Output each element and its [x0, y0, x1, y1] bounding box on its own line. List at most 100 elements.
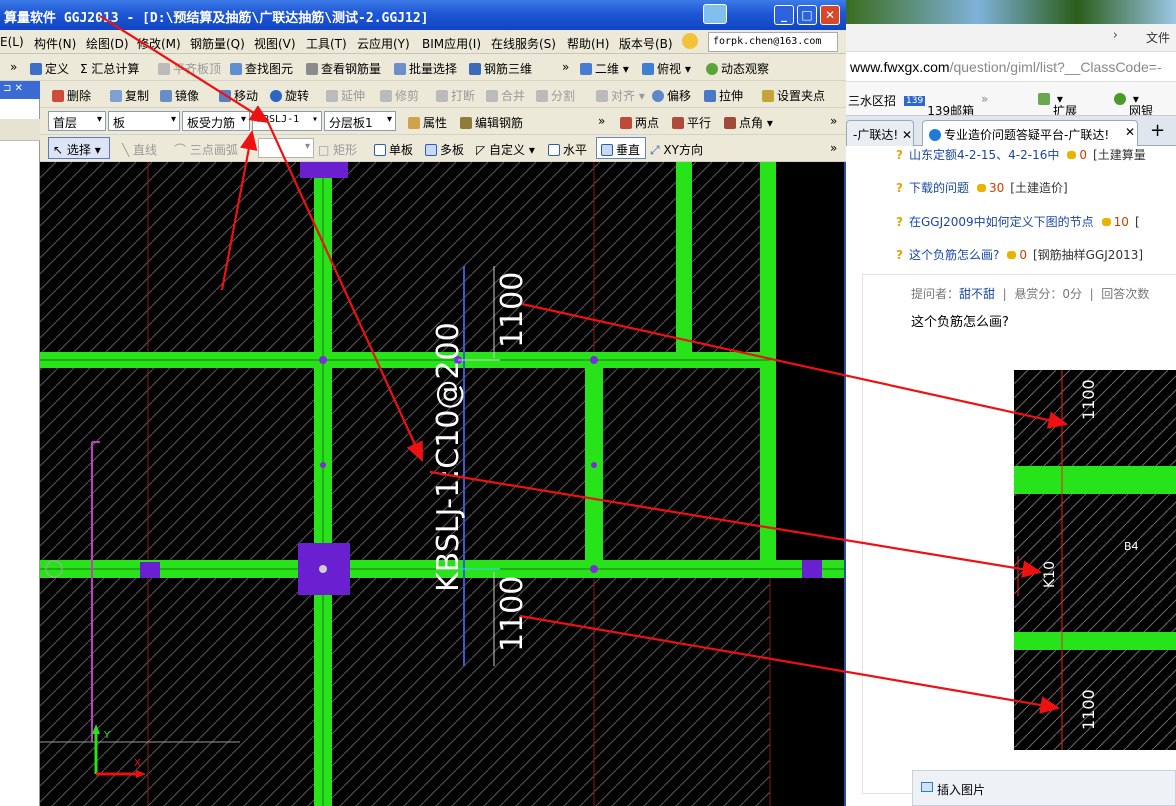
tab-item[interactable]: -广联达! ✕	[846, 120, 914, 146]
define-button[interactable]: 定义	[30, 60, 69, 77]
multi-slab-button[interactable]: 多板	[425, 141, 464, 158]
mirror-button[interactable]: 镜像	[160, 87, 199, 104]
drawing-canvas[interactable]: 1100 1100 KBSLJ-1:C10@200 Y X	[40, 162, 844, 806]
overflow-icon[interactable]: »	[830, 141, 837, 155]
trim-button[interactable]: 修剪	[380, 87, 419, 104]
close-icon[interactable]: ✕	[902, 128, 912, 142]
column[interactable]	[300, 162, 348, 178]
menu-component[interactable]: 构件(N)	[34, 35, 76, 52]
rect-tool-button[interactable]: □ 矩形	[318, 141, 357, 158]
rotate-button[interactable]: 旋转	[270, 87, 309, 104]
menu-edit[interactable]: E(L)	[0, 35, 24, 49]
menu-rebar-qty[interactable]: 钢筋量(Q)	[190, 35, 245, 52]
parallel-button[interactable]: 平行	[672, 114, 711, 131]
arc-option-dropdown[interactable]	[258, 138, 314, 158]
xy-direction-button[interactable]: ⤢ XY方向	[650, 141, 703, 158]
beam-vertical[interactable]	[760, 162, 776, 568]
point-angle-button[interactable]: 点角 ▾	[724, 114, 773, 131]
menu-version[interactable]: 版本号(B)	[619, 35, 673, 52]
address-bar[interactable]: www.fwxgx.com/question/giml/list?__Class…	[846, 52, 1176, 82]
file-menu[interactable]: 文件	[1146, 29, 1170, 46]
column[interactable]	[140, 562, 160, 578]
question-link[interactable]: 在GGJ2009中如何定义下图的节点	[909, 215, 1094, 229]
merge-button[interactable]: 合并	[486, 87, 525, 104]
floor-select[interactable]: 首层	[48, 111, 106, 131]
help-icon[interactable]	[703, 4, 727, 24]
bookmark-item[interactable]: 三水区招	[848, 92, 896, 109]
custom-button[interactable]: ◸ 自定义 ▾	[476, 141, 535, 158]
menu-tools[interactable]: 工具(T)	[306, 35, 347, 52]
arc-tool-button[interactable]: ⌒ 三点画弧	[174, 141, 238, 158]
layer-select[interactable]: 分层板1	[324, 111, 396, 131]
overflow-icon[interactable]: »	[830, 114, 837, 128]
category-select[interactable]: 板	[108, 111, 180, 131]
menu-modify[interactable]: 修改(M)	[137, 35, 181, 52]
cad-drawing[interactable]: 1100 1100 KBSLJ-1:C10@200 Y X	[40, 162, 844, 806]
maximize-button[interactable]: □	[797, 5, 817, 25]
delete-button[interactable]: 删除	[52, 87, 91, 104]
break-button[interactable]: 打断	[436, 87, 475, 104]
offset-button[interactable]: 偏移	[652, 87, 691, 104]
overflow-icon[interactable]: »	[598, 114, 605, 128]
name-select[interactable]: KBSLJ-1	[252, 111, 322, 131]
close-icon[interactable]: ✕	[1125, 125, 1136, 139]
overflow-icon[interactable]: »	[10, 60, 17, 74]
asker-name[interactable]: 甜不甜	[959, 287, 995, 301]
dock-pin-icon[interactable]: ⊐ ✕	[0, 81, 40, 99]
menu-help[interactable]: 帮助(H)	[567, 35, 609, 52]
vertical-button[interactable]: 垂直	[596, 137, 646, 159]
close-button[interactable]: ✕	[820, 5, 840, 25]
question-link[interactable]: 山东定额4-2-15、4-2-16中	[909, 148, 1059, 162]
edit-rebar-button[interactable]: 编辑钢筋	[460, 114, 523, 131]
menu-bim[interactable]: BIM应用(I)	[422, 35, 481, 52]
dynamic-view-button[interactable]: 动态观察	[706, 60, 769, 77]
menu-view[interactable]: 视图(V)	[254, 35, 296, 52]
view-2d-dropdown[interactable]: 二维 ▾	[580, 60, 629, 77]
column[interactable]	[802, 560, 822, 578]
flush-top-button[interactable]: 平齐板顶	[158, 60, 221, 77]
rebar-3d-button[interactable]: 钢筋三维	[469, 60, 532, 77]
user-avatar-icon[interactable]	[682, 33, 698, 49]
tab-item-active[interactable]: 专业造价问题答疑平台-广联达!	[922, 120, 1138, 146]
question-link[interactable]: 这个负筋怎么画?	[909, 248, 999, 262]
chevron-right-icon[interactable]: ›	[1113, 28, 1118, 43]
horizontal-button[interactable]: 水平	[548, 141, 587, 158]
copy-button[interactable]: 复制	[110, 87, 149, 104]
point-angle-icon	[724, 117, 736, 129]
properties-button[interactable]: 属性	[408, 114, 447, 131]
menu-cloud[interactable]: 云应用(Y)	[357, 35, 410, 52]
bookmark-item[interactable]: 139 139邮箱	[904, 92, 974, 115]
split-button[interactable]: 分割	[536, 87, 575, 104]
stretch-label: 拉伸	[719, 89, 744, 103]
single-slab-label: 单板	[389, 143, 414, 157]
two-points-button[interactable]: 两点	[620, 114, 659, 131]
menu-draw[interactable]: 绘图(D)	[86, 35, 129, 52]
rebar-3d-label: 钢筋三维	[484, 62, 533, 76]
netbank-button[interactable]: 网银 ▾	[1114, 92, 1153, 115]
view-rebar-button[interactable]: 查看钢筋量	[306, 60, 381, 77]
extensions-button[interactable]: 扩展 ▾	[1038, 92, 1077, 115]
find-element-button[interactable]: 查找图元	[230, 60, 293, 77]
menu-online[interactable]: 在线服务(S)	[491, 35, 556, 52]
move-button[interactable]: 移动	[219, 87, 258, 104]
insert-image-button[interactable]: 插入图片	[912, 770, 1176, 806]
batch-select-button[interactable]: 批量选择	[394, 60, 457, 77]
summary-calc-button[interactable]: Σ 汇总计算	[80, 60, 139, 77]
align-button[interactable]: 对齐 ▾	[596, 87, 645, 104]
beam-vertical[interactable]	[676, 162, 692, 358]
more-icon[interactable]: »	[981, 92, 988, 106]
top-view-dropdown[interactable]: 俯视 ▾	[642, 60, 691, 77]
question-link[interactable]: 下载的问题	[909, 181, 969, 195]
type-select[interactable]: 板受力筋	[182, 111, 250, 131]
overflow-icon[interactable]: »	[562, 60, 569, 74]
select-tool-button[interactable]: ↖ 选择 ▾	[48, 137, 110, 159]
minimize-button[interactable]: _	[774, 5, 794, 25]
single-slab-button[interactable]: 单板	[374, 141, 413, 158]
dock-tab[interactable]	[0, 119, 40, 141]
account-dropdown[interactable]: forpk.chen@163.com	[708, 32, 838, 52]
line-tool-button[interactable]: ╲ 直线	[122, 141, 157, 158]
stretch-button[interactable]: 拉伸	[704, 87, 743, 104]
set-grip-button[interactable]: 设置夹点	[762, 87, 825, 104]
extend-button[interactable]: 延伸	[326, 87, 365, 104]
new-tab-icon[interactable]: +	[1150, 120, 1165, 141]
